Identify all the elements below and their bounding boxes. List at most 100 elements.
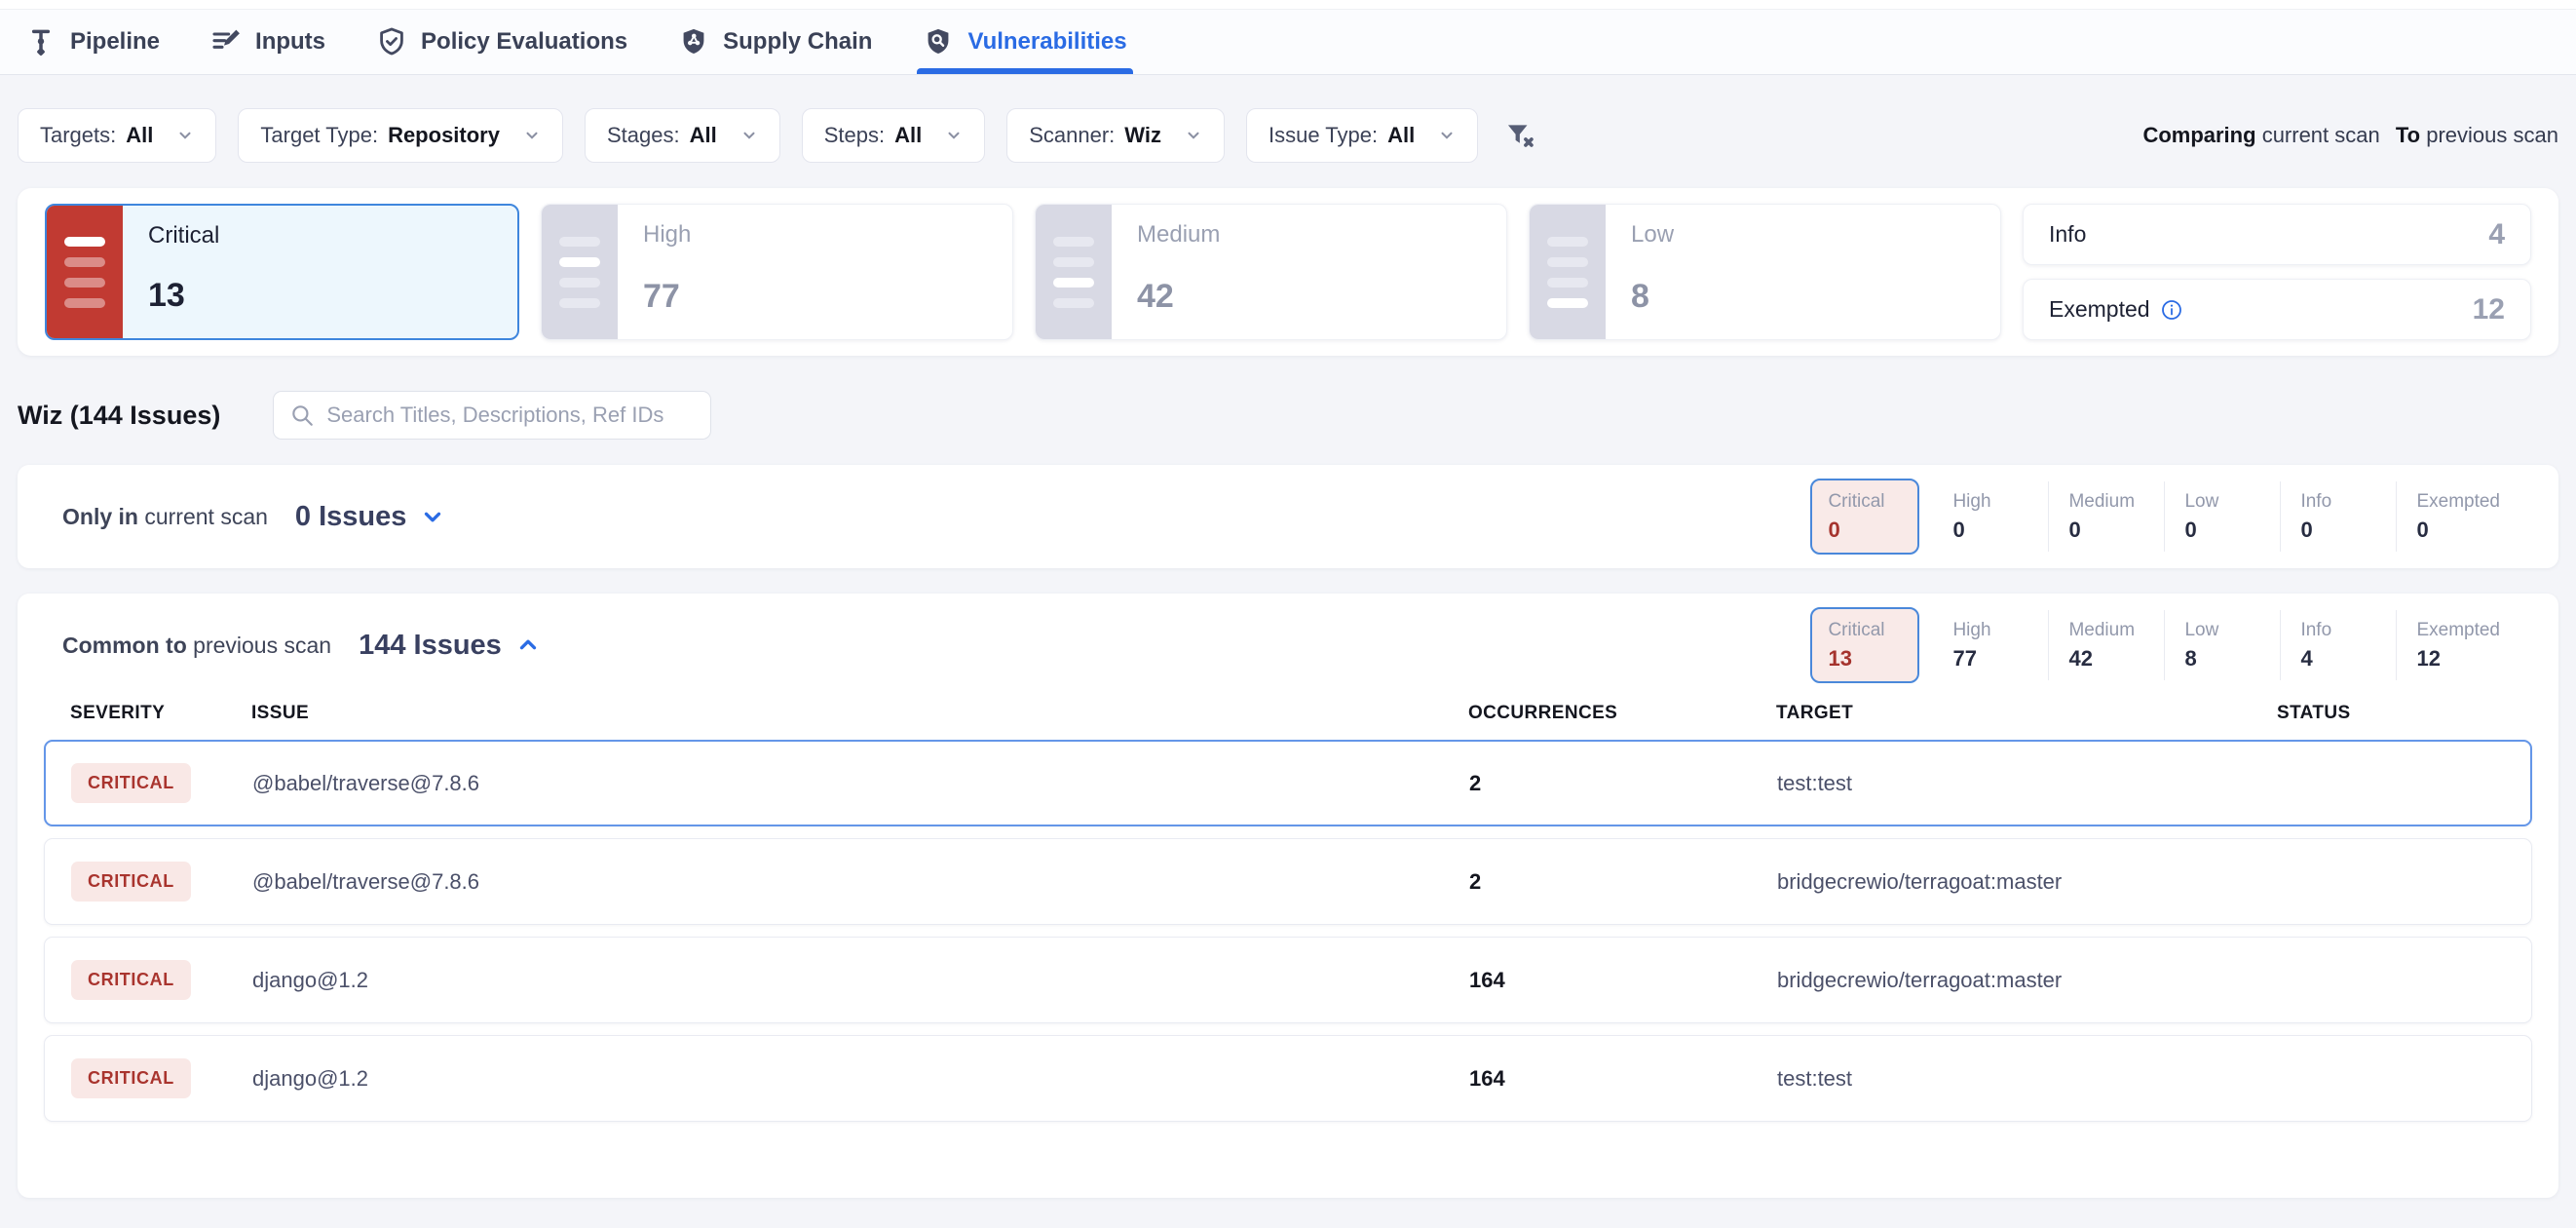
tab-label: Policy Evaluations xyxy=(421,28,627,56)
issue-cell: @babel/traverse@7.8.6 xyxy=(252,869,1469,895)
stat-value: 0 xyxy=(1952,518,2028,543)
filter-issue-type[interactable]: Issue Type: All xyxy=(1246,108,1478,163)
stat-value: 4 xyxy=(2300,646,2376,672)
severity-card-label: High xyxy=(643,221,987,249)
stat-critical[interactable]: Critical 0 xyxy=(1810,479,1919,555)
target-cell: test:test xyxy=(1777,771,2278,796)
stat-value: 77 xyxy=(1952,646,2028,672)
tab-vulnerabilities[interactable]: Vulnerabilities xyxy=(923,10,1126,74)
table-row[interactable]: CRITICAL django@1.2 164 test:test xyxy=(44,1035,2532,1122)
stat-label: Info xyxy=(2300,620,2376,641)
tab-label: Vulnerabilities xyxy=(967,28,1126,56)
search-icon xyxy=(289,403,315,428)
severity-card-exempted[interactable]: Exempted 12 xyxy=(2023,279,2531,340)
filter-steps[interactable]: Steps: All xyxy=(802,108,986,163)
tab-label: Pipeline xyxy=(70,28,160,56)
pipeline-icon xyxy=(25,26,57,58)
stat-label: Low xyxy=(2184,620,2260,641)
tab-policy-evaluations[interactable]: Policy Evaluations xyxy=(376,10,627,74)
comparison-caption: Comparing current scan To previous scan xyxy=(2142,123,2558,148)
stat-label: Medium xyxy=(2068,491,2144,513)
stat-value: 13 xyxy=(1828,646,1902,672)
filter-target-type[interactable]: Target Type: Repository xyxy=(238,108,563,163)
filter-row: Targets: All Target Type: Repository Sta… xyxy=(18,108,2558,163)
table-header: SEVERITY ISSUE OCCURRENCES TARGET STATUS xyxy=(70,703,2506,724)
tab-pipeline[interactable]: Pipeline xyxy=(25,10,160,74)
stat-medium[interactable]: Medium 0 xyxy=(2049,481,2165,552)
stat-label: High xyxy=(1952,491,2028,513)
table-row[interactable]: CRITICAL django@1.2 164 bridgecrewio/ter… xyxy=(44,937,2532,1023)
filter-label: Stages: xyxy=(607,123,680,148)
severity-card-label: Info xyxy=(2049,221,2086,248)
tab-supply-chain[interactable]: Supply Chain xyxy=(678,10,872,74)
tab-label: Inputs xyxy=(255,28,325,56)
filter-scanner[interactable]: Scanner: Wiz xyxy=(1006,108,1225,163)
stat-label: Critical xyxy=(1828,491,1902,513)
occurrences-cell: 164 xyxy=(1469,1066,1777,1092)
chevron-down-icon xyxy=(1185,127,1202,144)
only-issues-toggle[interactable]: 0 Issues xyxy=(295,501,445,533)
section-phrase-bold: Only in xyxy=(62,504,138,529)
severity-card-critical[interactable]: Critical 13 xyxy=(45,204,519,340)
stat-critical[interactable]: Critical 13 xyxy=(1810,607,1919,683)
severity-card-high[interactable]: High 77 xyxy=(541,204,1013,340)
chevron-down-icon xyxy=(420,504,445,529)
severity-level-icon xyxy=(1530,205,1606,339)
stat-info[interactable]: Info 0 xyxy=(2281,481,2397,552)
tab-inputs[interactable]: Inputs xyxy=(210,10,325,74)
stat-exempted[interactable]: Exempted 12 xyxy=(2397,610,2519,680)
severity-card-low[interactable]: Low 8 xyxy=(1529,204,2001,340)
info-icon[interactable] xyxy=(2160,298,2183,322)
clear-filters-icon[interactable] xyxy=(1503,116,1542,155)
severity-card-label: Exempted xyxy=(2049,296,2150,323)
stat-info[interactable]: Info 4 xyxy=(2281,610,2397,680)
search-input[interactable] xyxy=(326,403,695,428)
severity-summary: Critical 13 High 77 Medium 42 Low 8 I xyxy=(18,188,2558,356)
stat-low[interactable]: Low 8 xyxy=(2165,610,2281,680)
only-severity-stats: Critical 0 High 0 Medium 0 Low 0 Info 0 … xyxy=(1810,479,2519,555)
stat-label: High xyxy=(1952,620,2028,641)
table-row[interactable]: CRITICAL @babel/traverse@7.8.6 2 test:te… xyxy=(44,740,2532,826)
issues-count-label: 144 Issues xyxy=(359,630,502,662)
severity-level-icon xyxy=(542,205,618,339)
scanner-row: Wiz (144 Issues) xyxy=(18,391,2558,440)
stat-high[interactable]: High 77 xyxy=(1933,610,2049,680)
severity-card-label: Medium xyxy=(1137,221,1481,249)
filter-targets[interactable]: Targets: All xyxy=(18,108,216,163)
chevron-down-icon xyxy=(1438,127,1456,144)
stat-high[interactable]: High 0 xyxy=(1933,481,2049,552)
occurrences-cell: 164 xyxy=(1469,968,1777,993)
severity-card-count: 8 xyxy=(1631,278,1975,316)
common-to-previous-scan-section: Common to previous scan 144 Issues Criti… xyxy=(18,594,2558,1198)
severity-card-info[interactable]: Info 4 xyxy=(2023,204,2531,265)
search-box xyxy=(273,391,711,440)
inputs-icon xyxy=(210,26,242,58)
filter-label: Scanner: xyxy=(1029,123,1115,148)
stat-value: 42 xyxy=(2068,646,2144,672)
column-issue: ISSUE xyxy=(251,703,1468,724)
severity-badge: CRITICAL xyxy=(71,1058,191,1098)
common-issues-toggle[interactable]: 144 Issues xyxy=(359,630,541,662)
chevron-down-icon xyxy=(523,127,541,144)
severity-card-medium[interactable]: Medium 42 xyxy=(1035,204,1507,340)
section-phrase-rest: previous scan xyxy=(193,633,331,658)
comparing-previous: previous scan xyxy=(2426,123,2558,147)
section-phrase: Only in current scan xyxy=(62,504,268,530)
stat-low[interactable]: Low 0 xyxy=(2165,481,2281,552)
section-phrase-rest: current scan xyxy=(144,504,268,529)
target-cell: test:test xyxy=(1777,1066,2278,1092)
filter-label: Targets: xyxy=(40,123,116,148)
common-severity-stats: Critical 13 High 77 Medium 42 Low 8 Info… xyxy=(1810,607,2519,683)
filter-label: Issue Type: xyxy=(1269,123,1378,148)
stat-medium[interactable]: Medium 42 xyxy=(2049,610,2165,680)
table-row[interactable]: CRITICAL @babel/traverse@7.8.6 2 bridgec… xyxy=(44,838,2532,925)
issue-cell: django@1.2 xyxy=(252,1066,1469,1092)
target-cell: bridgecrewio/terragoat:master xyxy=(1777,869,2278,895)
stat-label: Medium xyxy=(2068,620,2144,641)
filter-value: All xyxy=(690,123,717,148)
comparing-current: current scan xyxy=(2262,123,2380,147)
stat-value: 0 xyxy=(2184,518,2260,543)
filter-label: Target Type: xyxy=(260,123,378,148)
stat-exempted[interactable]: Exempted 0 xyxy=(2397,481,2519,552)
filter-stages[interactable]: Stages: All xyxy=(585,108,780,163)
